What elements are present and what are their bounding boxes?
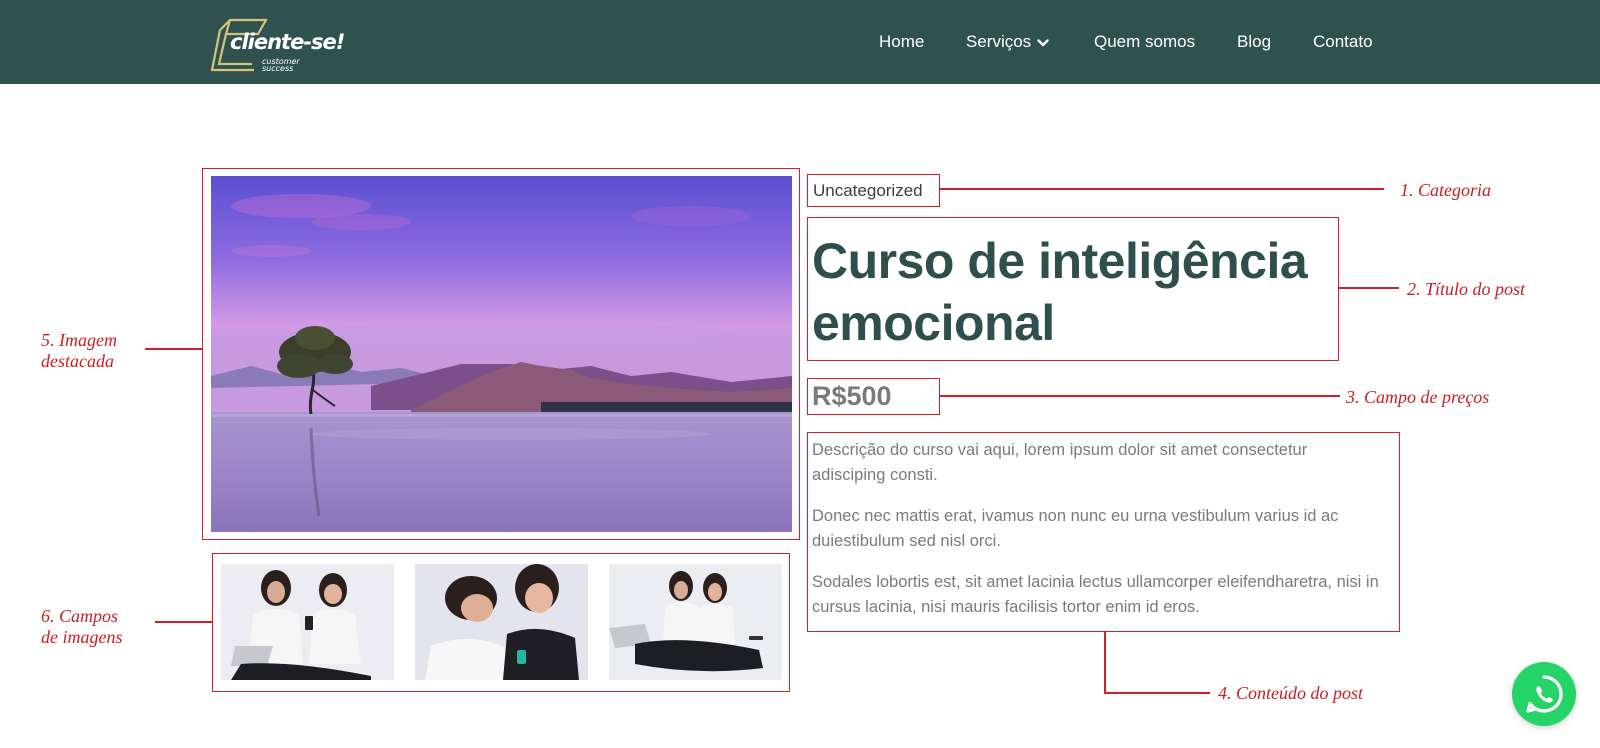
title-connector [1339, 287, 1399, 289]
whatsapp-button[interactable] [1512, 662, 1576, 726]
nav-item-servicos[interactable]: Serviços [966, 30, 1049, 54]
gallery-thumbnail-1[interactable] [221, 564, 394, 680]
post-paragraph-1: Descrição do curso vai aqui, lorem ipsum… [812, 441, 1308, 484]
logo-tagline: customer success [262, 57, 300, 73]
annotation-content: 4. Conteúdo do post [1218, 683, 1364, 703]
gallery-photo-two-women-phone [415, 564, 588, 680]
content-connector-horizontal [1104, 692, 1210, 694]
gallery-photo-two-women-laptop [221, 564, 394, 680]
nav-item-home[interactable]: Home [879, 30, 924, 54]
annotation-title: 2. Título do post [1407, 279, 1526, 299]
whatsapp-icon [1526, 675, 1563, 713]
nav-item-quem-somos[interactable]: Quem somos [1094, 30, 1195, 54]
featured-image [211, 176, 792, 532]
post-paragraph-2: Donec nec mattis erat, ivamus non nunc e… [812, 507, 1339, 550]
annotation-category: 1. Categoria [1400, 180, 1492, 200]
content-connector-vertical [1104, 632, 1106, 693]
main-nav: Home Serviços Quem somos Blog Contato [0, 30, 1600, 54]
featured-image-lake-scene [211, 176, 792, 532]
post-price: R$500 [812, 381, 892, 411]
annotation-featured-image-line1: 5. Imagem [41, 330, 117, 350]
gallery-thumbnail-3[interactable] [609, 564, 782, 680]
price-connector [940, 395, 1340, 397]
featured-image-connector [145, 348, 202, 350]
annotation-price: 3. Campo de preços [1346, 387, 1490, 407]
nav-item-contato[interactable]: Contato [1313, 30, 1373, 54]
category-connector [940, 188, 1384, 190]
nav-item-blog[interactable]: Blog [1237, 30, 1271, 54]
post-content: Descrição do curso vai aqui, lorem ipsum… [812, 438, 1384, 636]
annotation-gallery-line1: 6. Campos [41, 606, 119, 626]
post-paragraph-3: Sodales lobortis est, sit amet lacinia l… [812, 573, 1379, 616]
annotation-gallery-line2: de imagens [41, 627, 123, 647]
nav-item-servicos-label: Serviços [966, 32, 1032, 51]
post-category[interactable]: Uncategorized [813, 180, 923, 202]
gallery-thumbnail-2[interactable] [415, 564, 588, 680]
site-header: cliente-se! customer success Home Serviç… [0, 0, 1600, 84]
gallery-photo-two-women-sitting [609, 564, 782, 680]
page: cliente-se! customer success Home Serviç… [0, 0, 1600, 748]
post-title: Curso de inteligência emocional [812, 233, 1308, 351]
annotation-featured-image-line2: destacada [41, 351, 114, 371]
gallery-connector [155, 621, 212, 623]
chevron-down-icon [1037, 38, 1049, 46]
